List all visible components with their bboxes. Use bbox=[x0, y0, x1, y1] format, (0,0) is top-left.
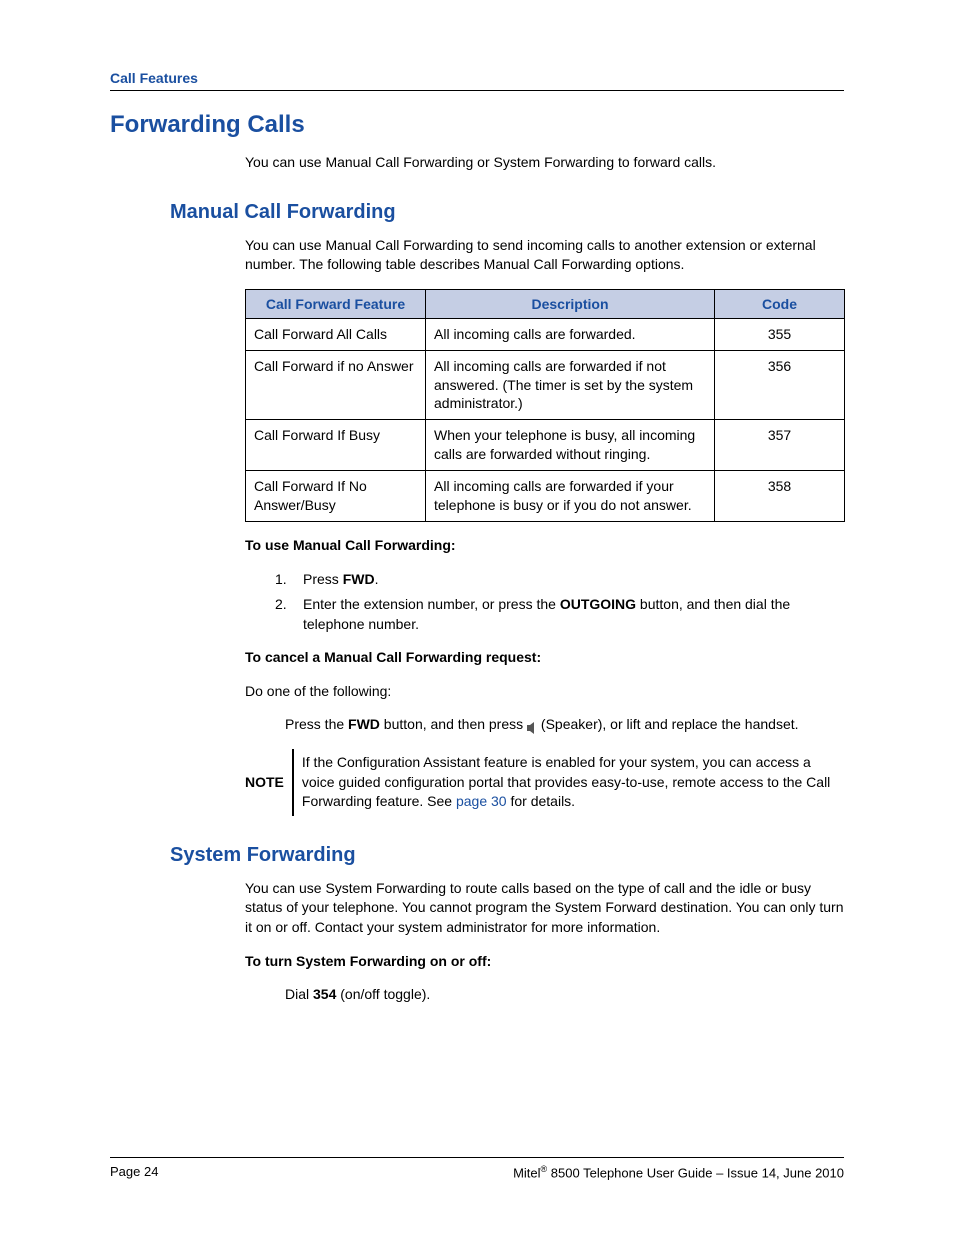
text: 8500 Telephone User Guide – Issue 14, Ju… bbox=[547, 1165, 844, 1180]
cell-feature: Call Forward if no Answer bbox=[246, 350, 426, 420]
th-feature: Call Forward Feature bbox=[246, 289, 426, 318]
cell-description: When your telephone is busy, all incomin… bbox=[426, 420, 715, 471]
step-content: Enter the extension number, or press the… bbox=[303, 595, 844, 634]
cancel-intro: Do one of the following: bbox=[245, 682, 844, 702]
text: for details. bbox=[507, 793, 575, 809]
text: Mitel bbox=[513, 1165, 540, 1180]
text: Press the bbox=[285, 716, 348, 732]
cell-code: 357 bbox=[715, 420, 845, 471]
th-description: Description bbox=[426, 289, 715, 318]
list-item: 2. Enter the extension number, or press … bbox=[275, 595, 844, 634]
cancel-heading: To cancel a Manual Call Forwarding reque… bbox=[245, 648, 844, 668]
cell-feature: Call Forward If Busy bbox=[246, 420, 426, 471]
toggle-line: Dial 354 (on/off toggle). bbox=[285, 985, 844, 1005]
steps-list: 1. Press FWD. 2. Enter the extension num… bbox=[275, 570, 844, 635]
footer-right: Mitel® 8500 Telephone User Guide – Issue… bbox=[513, 1164, 844, 1180]
note-box: NOTE If the Configuration Assistant feat… bbox=[245, 749, 845, 816]
cell-feature: Call Forward If No Answer/Busy bbox=[246, 471, 426, 522]
text: Press bbox=[303, 571, 343, 587]
cell-description: All incoming calls are forwarded. bbox=[426, 318, 715, 350]
text: button, and then press bbox=[380, 716, 527, 732]
cell-description: All incoming calls are forwarded if your… bbox=[426, 471, 715, 522]
step-number: 2. bbox=[275, 595, 303, 634]
bold-text: 354 bbox=[313, 986, 336, 1002]
page-footer: Page 24 Mitel® 8500 Telephone User Guide… bbox=[110, 1157, 844, 1180]
table-row: Call Forward All Calls All incoming call… bbox=[246, 318, 845, 350]
text: . bbox=[375, 571, 379, 587]
bold-text: OUTGOING bbox=[560, 596, 636, 612]
cell-code: 355 bbox=[715, 318, 845, 350]
manual-intro: You can use Manual Call Forwarding to se… bbox=[245, 236, 844, 275]
text: Enter the extension number, or press the bbox=[303, 596, 560, 612]
page-link[interactable]: page 30 bbox=[456, 793, 507, 809]
system-heading: System Forwarding bbox=[110, 844, 844, 867]
note-label: NOTE bbox=[245, 749, 294, 816]
list-item: 1. Press FWD. bbox=[275, 570, 844, 590]
text: (on/off toggle). bbox=[336, 986, 430, 1002]
page-title: Forwarding Calls bbox=[110, 111, 844, 139]
use-heading: To use Manual Call Forwarding: bbox=[245, 536, 844, 556]
manual-heading: Manual Call Forwarding bbox=[110, 201, 844, 224]
th-code: Code bbox=[715, 289, 845, 318]
call-forward-table: Call Forward Feature Description Code Ca… bbox=[245, 289, 845, 522]
footer-left: Page 24 bbox=[110, 1164, 158, 1180]
intro-text: You can use Manual Call Forwarding or Sy… bbox=[245, 153, 844, 173]
cell-code: 356 bbox=[715, 350, 845, 420]
section-header: Call Features bbox=[110, 70, 844, 91]
step-content: Press FWD. bbox=[303, 570, 844, 590]
text: (Speaker), or lift and replace the hands… bbox=[537, 716, 798, 732]
table-row: Call Forward if no Answer All incoming c… bbox=[246, 350, 845, 420]
bold-text: FWD bbox=[348, 716, 380, 732]
speaker-icon bbox=[527, 720, 537, 732]
bold-text: FWD bbox=[343, 571, 375, 587]
note-content: If the Configuration Assistant feature i… bbox=[302, 749, 845, 816]
cancel-line: Press the FWD button, and then press (Sp… bbox=[285, 715, 844, 735]
cell-description: All incoming calls are forwarded if not … bbox=[426, 350, 715, 420]
toggle-heading: To turn System Forwarding on or off: bbox=[245, 952, 844, 972]
table-row: Call Forward If No Answer/Busy All incom… bbox=[246, 471, 845, 522]
cell-feature: Call Forward All Calls bbox=[246, 318, 426, 350]
table-row: Call Forward If Busy When your telephone… bbox=[246, 420, 845, 471]
step-number: 1. bbox=[275, 570, 303, 590]
cell-code: 358 bbox=[715, 471, 845, 522]
system-intro: You can use System Forwarding to route c… bbox=[245, 879, 844, 938]
text: Dial bbox=[285, 986, 313, 1002]
